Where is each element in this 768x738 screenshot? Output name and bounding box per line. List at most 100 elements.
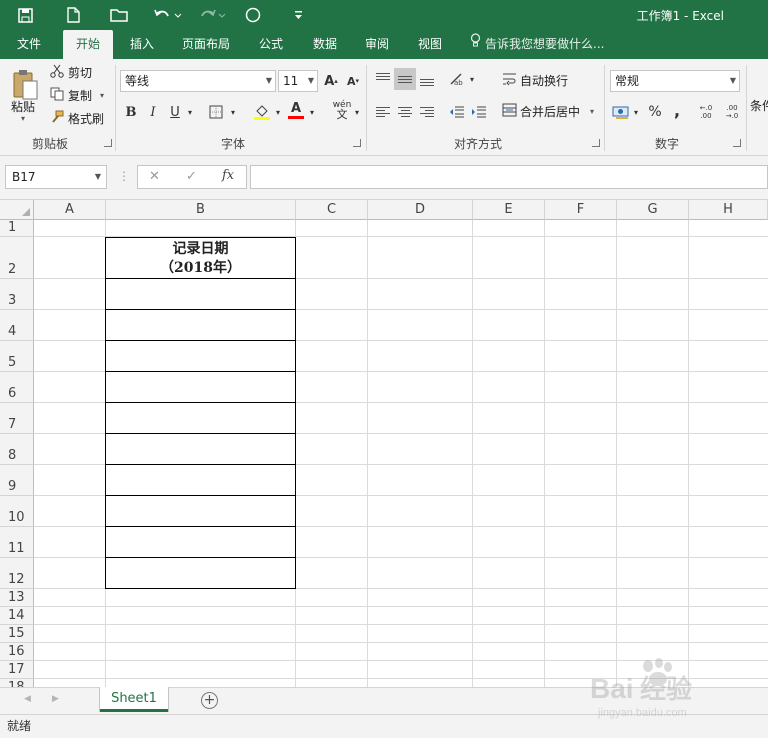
format-painter-button[interactable]: 格式刷 — [50, 110, 104, 127]
sheet-tab-sheet1[interactable]: Sheet1 — [100, 687, 168, 712]
merge-center-button[interactable]: 合并后居中 ▾ — [502, 103, 594, 120]
underline-button[interactable]: U — [164, 101, 186, 123]
row-header-18[interactable]: 18 — [0, 679, 34, 687]
align-right-icon[interactable] — [416, 101, 438, 123]
row-header-12[interactable]: 12 — [0, 558, 34, 589]
align-middle-icon[interactable] — [394, 68, 416, 90]
tab-view[interactable]: 视图 — [409, 30, 451, 59]
undo-icon[interactable] — [152, 5, 182, 25]
tab-formulas[interactable]: 公式 — [250, 30, 292, 59]
number-launcher-icon[interactable] — [733, 139, 741, 147]
fill-color-icon[interactable] — [251, 101, 273, 123]
row-header-4[interactable]: 4 — [0, 310, 34, 341]
cell-b12[interactable] — [105, 558, 296, 589]
row-header-6[interactable]: 6 — [0, 372, 34, 403]
scroll-left-icon[interactable]: ◀ — [24, 694, 31, 704]
add-sheet-icon[interactable]: + — [201, 692, 218, 709]
copy-button[interactable]: 复制 ▾ — [50, 87, 104, 104]
align-top-icon[interactable] — [372, 68, 394, 90]
column-header-d[interactable]: D — [368, 200, 473, 220]
number-format-combo[interactable]: 常规 ▼ — [610, 70, 740, 92]
font-color-dropdown-icon[interactable]: ▾ — [306, 101, 318, 123]
underline-dropdown-icon[interactable]: ▾ — [184, 101, 196, 123]
cell-b11[interactable] — [105, 527, 296, 558]
cell-b7[interactable] — [105, 403, 296, 434]
row-header-5[interactable]: 5 — [0, 341, 34, 372]
font-size-combo[interactable]: 11 ▼ — [278, 70, 318, 92]
font-color-button[interactable]: A — [285, 99, 307, 121]
new-file-icon[interactable] — [62, 5, 84, 25]
row-header-16[interactable]: 16 — [0, 643, 34, 661]
insert-function-icon[interactable]: fx — [222, 168, 234, 183]
column-header-c[interactable]: C — [296, 200, 368, 220]
row-header-10[interactable]: 10 — [0, 496, 34, 527]
cut-button[interactable]: 剪切 — [50, 64, 92, 81]
tab-insert[interactable]: 插入 — [121, 30, 163, 59]
circle-icon[interactable] — [243, 5, 263, 25]
tab-data[interactable]: 数据 — [304, 30, 346, 59]
phonetic-guide-button[interactable]: wén 文 — [330, 99, 354, 121]
increase-indent-icon[interactable] — [468, 101, 490, 123]
accounting-dropdown-icon[interactable]: ▾ — [631, 101, 641, 123]
column-header-b[interactable]: B — [106, 200, 296, 220]
row-header-15[interactable]: 15 — [0, 625, 34, 643]
row-header-14[interactable]: 14 — [0, 607, 34, 625]
name-box-dropdown-icon[interactable]: ▼ — [95, 166, 101, 188]
tab-page-layout[interactable]: 页面布局 — [175, 30, 237, 59]
save-icon[interactable] — [14, 5, 36, 25]
cell-b10[interactable] — [105, 496, 296, 527]
align-bottom-icon[interactable] — [416, 68, 438, 90]
alignment-launcher-icon[interactable] — [592, 139, 600, 147]
tell-me-box[interactable]: 告诉我您想要做什么... — [470, 30, 604, 59]
accounting-format-icon[interactable] — [610, 101, 632, 123]
formula-bar-grip-icon[interactable]: ⋮ — [118, 169, 130, 183]
phonetic-dropdown-icon[interactable]: ▾ — [352, 101, 362, 123]
column-header-a[interactable]: A — [34, 200, 106, 220]
formula-input[interactable] — [250, 165, 768, 189]
column-header-h[interactable]: H — [689, 200, 768, 220]
customize-qat-icon[interactable] — [290, 5, 306, 25]
row-header-1[interactable]: 1 — [0, 220, 34, 237]
clipboard-launcher-icon[interactable] — [104, 139, 112, 147]
cancel-icon[interactable]: ✕ — [149, 169, 160, 184]
tab-file[interactable]: 文件 — [6, 30, 52, 59]
cell-b3[interactable] — [105, 279, 296, 310]
row-header-13[interactable]: 13 — [0, 589, 34, 607]
column-header-g[interactable]: G — [617, 200, 689, 220]
cell-b9[interactable] — [105, 465, 296, 496]
scroll-right-icon[interactable]: ▶ — [52, 694, 59, 704]
percent-button[interactable]: % — [644, 101, 666, 123]
paste-button[interactable]: 粘贴 — [11, 98, 35, 115]
fill-color-dropdown-icon[interactable]: ▾ — [272, 101, 284, 123]
grow-font-button[interactable]: A ▴ — [320, 70, 342, 92]
column-header-e[interactable]: E — [473, 200, 545, 220]
font-name-dropdown-icon[interactable]: ▼ — [266, 71, 272, 91]
cell-b5[interactable] — [105, 341, 296, 372]
shrink-font-button[interactable]: A ▾ — [342, 70, 364, 92]
paste-dropdown-icon[interactable]: ▾ — [21, 114, 25, 123]
wrap-text-button[interactable]: 自动换行 — [502, 72, 568, 89]
increase-decimal-button[interactable]: ←.0 .00 — [694, 101, 718, 123]
italic-button[interactable]: I — [142, 101, 164, 123]
row-header-11[interactable]: 11 — [0, 527, 34, 558]
tab-home[interactable]: 开始 — [63, 30, 113, 59]
decrease-indent-icon[interactable] — [446, 101, 468, 123]
cell-b4[interactable] — [105, 310, 296, 341]
decrease-decimal-button[interactable]: .00 →.0 — [720, 101, 744, 123]
row-header-7[interactable]: 7 — [0, 403, 34, 434]
enter-icon[interactable]: ✓ — [186, 169, 197, 184]
number-format-dropdown-icon[interactable]: ▼ — [730, 71, 736, 91]
font-size-dropdown-icon[interactable]: ▼ — [308, 71, 314, 91]
row-header-9[interactable]: 9 — [0, 465, 34, 496]
name-box[interactable]: B17 ▼ — [5, 165, 107, 189]
orientation-icon[interactable]: ab — [447, 68, 469, 90]
borders-dropdown-icon[interactable]: ▾ — [227, 101, 239, 123]
select-all-corner[interactable] — [0, 200, 34, 220]
worksheet-grid[interactable]: A B C D E F G H 1 2 3 4 5 6 7 8 9 10 11 … — [0, 200, 768, 687]
row-header-2[interactable]: 2 — [0, 237, 34, 279]
bold-button[interactable]: B — [120, 101, 142, 123]
align-left-icon[interactable] — [372, 101, 394, 123]
font-launcher-icon[interactable] — [353, 139, 361, 147]
open-folder-icon[interactable] — [107, 5, 131, 25]
row-header-17[interactable]: 17 — [0, 661, 34, 679]
